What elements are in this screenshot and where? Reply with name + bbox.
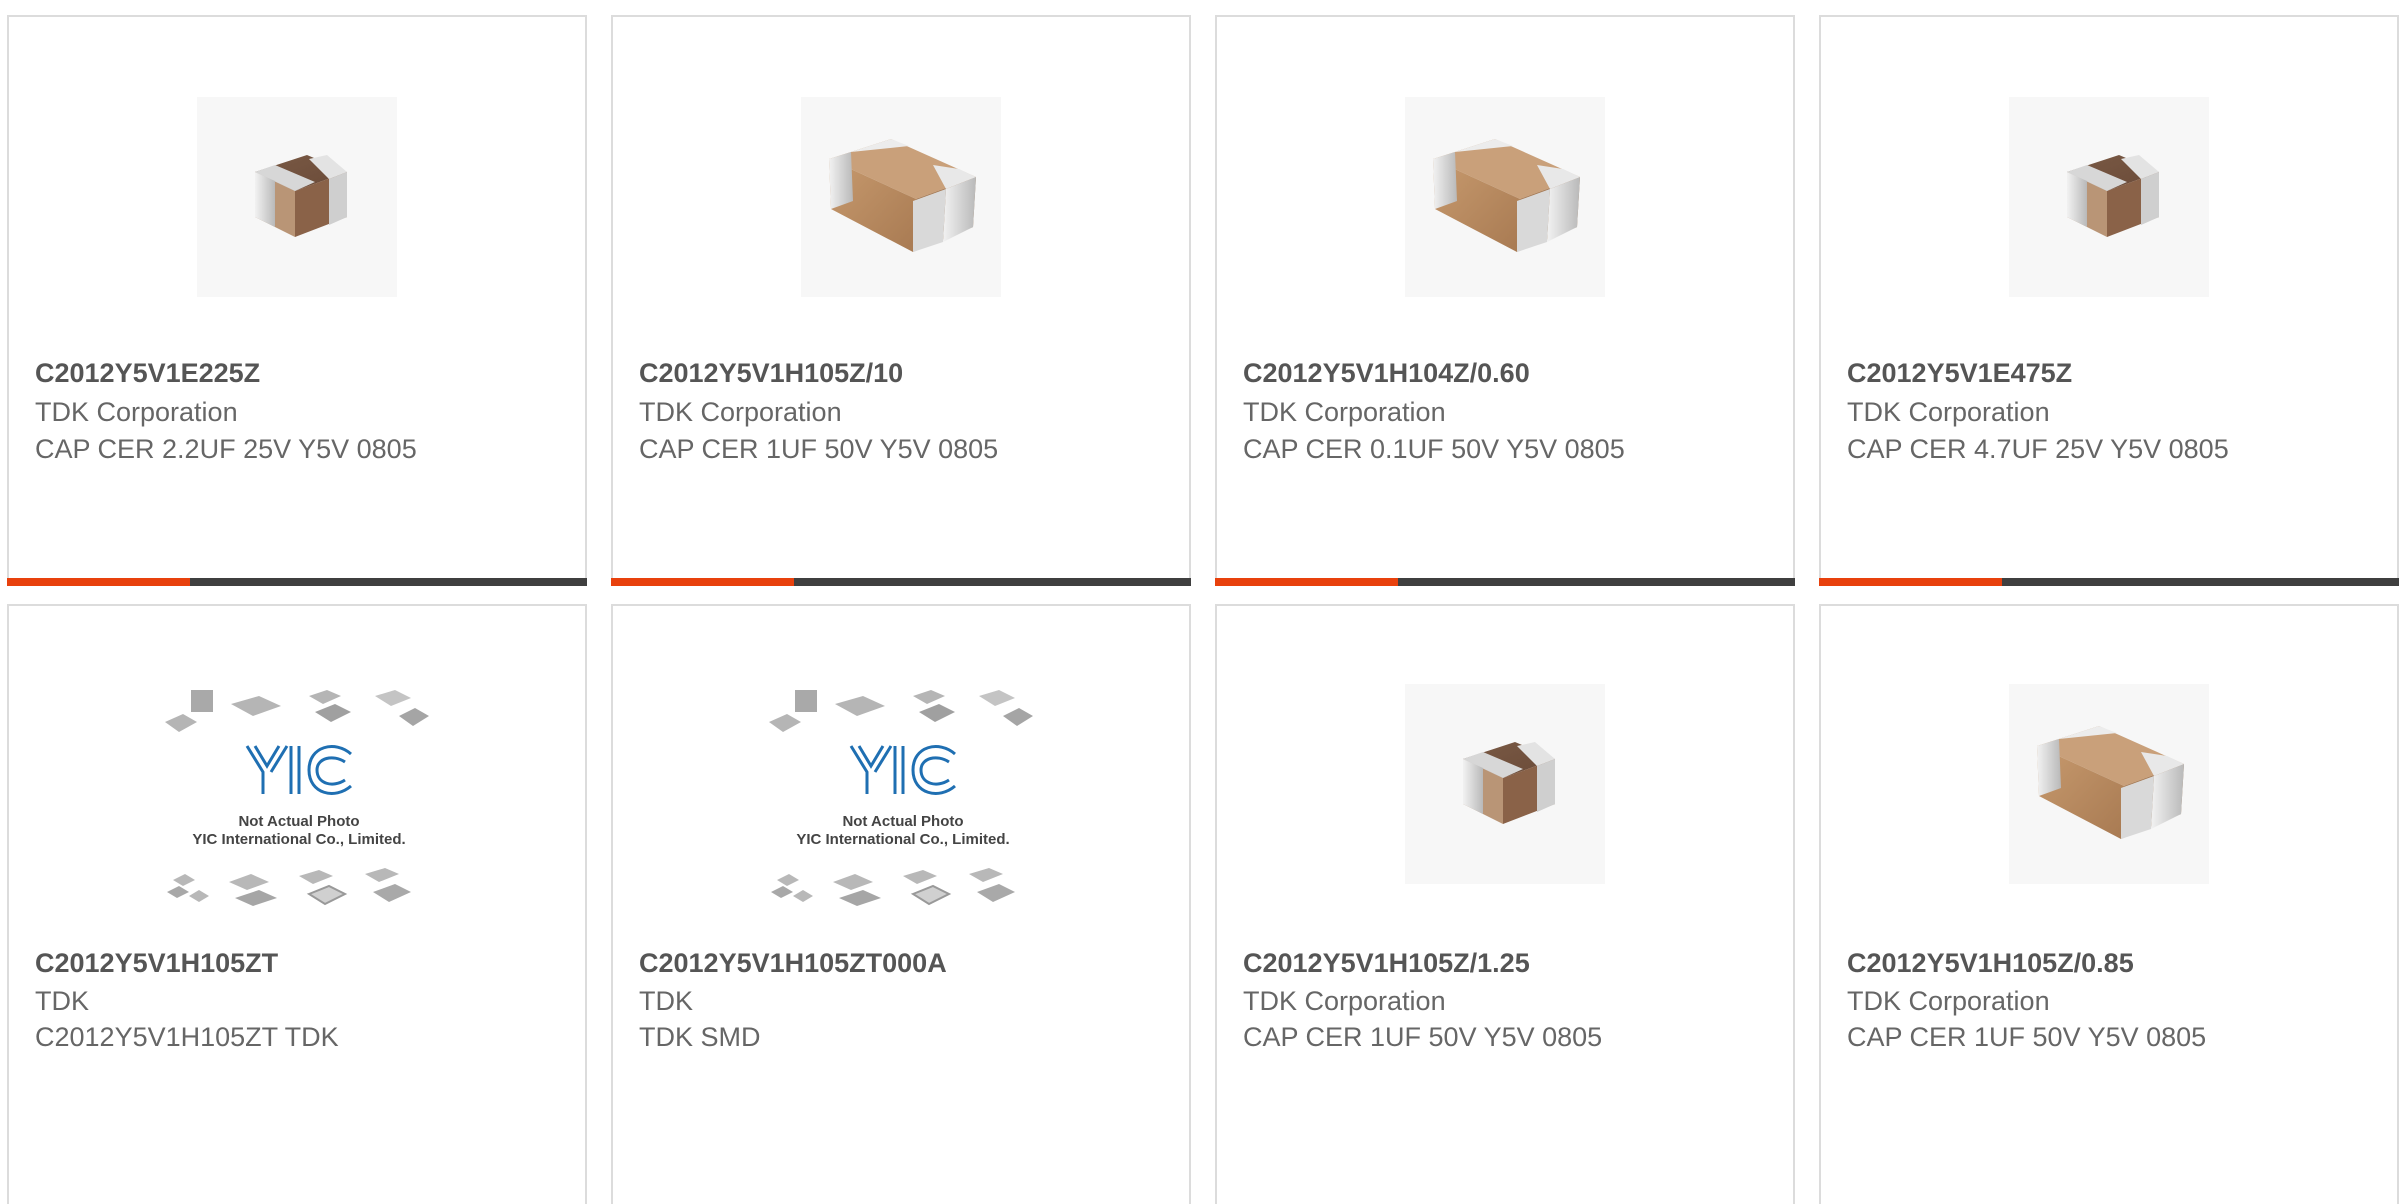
mlcc-small-icon[interactable] [192, 97, 402, 297]
description: TDK SMD [639, 1022, 761, 1052]
description: CAP CER 0.1UF 50V Y5V 0805 [1243, 434, 1625, 464]
product-card[interactable]: C2012Y5V1H105Z/10 TDK Corporation CAP CE… [611, 15, 1191, 586]
description: CAP CER 4.7UF 25V Y5V 0805 [1847, 434, 2229, 464]
card-bottom-bar [1215, 578, 1795, 586]
manufacturer: TDK [639, 986, 693, 1016]
description: C2012Y5V1H105ZT TDK [35, 1022, 339, 1052]
yic-placeholder-image[interactable]: Not Actual Photo YIC International Co., … [763, 684, 1043, 928]
part-number[interactable]: C2012Y5V1H105ZT000A [639, 948, 947, 979]
manufacturer: TDK Corporation [1243, 986, 1446, 1016]
manufacturer: TDK Corporation [1847, 397, 2050, 427]
part-number[interactable]: C2012Y5V1H105Z/1.25 [1243, 948, 1530, 979]
card-bottom-bar [1819, 578, 2399, 586]
card-accent-bar [7, 578, 190, 586]
product-card[interactable]: Not Actual Photo YIC International Co., … [611, 604, 1191, 1204]
card-bottom-bar [7, 578, 587, 586]
description: CAP CER 1UF 50V Y5V 0805 [639, 434, 999, 464]
product-card[interactable]: C2012Y5V1H104Z/0.60 TDK Corporation CAP … [1215, 15, 1795, 586]
card-accent-bar [1215, 578, 1398, 586]
placeholder-line1: Not Actual Photo [842, 813, 963, 830]
mlcc-large-icon[interactable] [1400, 97, 1610, 297]
part-number[interactable]: C2012Y5V1H104Z/0.60 [1243, 358, 1530, 389]
mlcc-small-icon[interactable] [1400, 684, 1610, 884]
manufacturer: TDK Corporation [35, 397, 238, 427]
yic-placeholder-image[interactable]: Not Actual Photo YIC International Co., … [159, 684, 439, 928]
part-number[interactable]: C2012Y5V1H105Z/0.85 [1847, 948, 2134, 979]
part-number[interactable]: C2012Y5V1E225Z [35, 358, 260, 389]
product-card[interactable]: C2012Y5V1E225Z TDK Corporation CAP CER 2… [7, 15, 587, 586]
part-number[interactable]: C2012Y5V1H105Z/10 [639, 358, 903, 389]
placeholder-line2: YIC International Co., Limited. [192, 831, 405, 848]
manufacturer: TDK [35, 986, 89, 1016]
product-card[interactable]: Not Actual Photo YIC International Co., … [7, 604, 587, 1204]
mlcc-small-icon[interactable] [2004, 97, 2214, 297]
mlcc-large-icon[interactable] [2004, 684, 2214, 884]
product-card[interactable]: C2012Y5V1H105Z/0.85 TDK Corporation CAP … [1819, 604, 2399, 1204]
manufacturer: TDK Corporation [1243, 397, 1446, 427]
card-accent-bar [1819, 578, 2002, 586]
part-number[interactable]: C2012Y5V1E475Z [1847, 358, 2072, 389]
description: CAP CER 1UF 50V Y5V 0805 [1847, 1022, 2207, 1052]
placeholder-line1: Not Actual Photo [238, 813, 359, 830]
card-accent-bar [611, 578, 794, 586]
description: CAP CER 1UF 50V Y5V 0805 [1243, 1022, 1603, 1052]
mlcc-large-icon[interactable] [796, 97, 1006, 297]
card-bottom-bar [611, 578, 1191, 586]
manufacturer: TDK Corporation [639, 397, 842, 427]
description: CAP CER 2.2UF 25V Y5V 0805 [35, 434, 417, 464]
product-grid: C2012Y5V1E225Z TDK Corporation CAP CER 2… [0, 0, 2400, 1204]
placeholder-line2: YIC International Co., Limited. [796, 831, 1009, 848]
product-card[interactable]: C2012Y5V1E475Z TDK Corporation CAP CER 4… [1819, 15, 2399, 586]
manufacturer: TDK Corporation [1847, 986, 2050, 1016]
part-number[interactable]: C2012Y5V1H105ZT [35, 948, 278, 979]
product-card[interactable]: C2012Y5V1H105Z/1.25 TDK Corporation CAP … [1215, 604, 1795, 1204]
